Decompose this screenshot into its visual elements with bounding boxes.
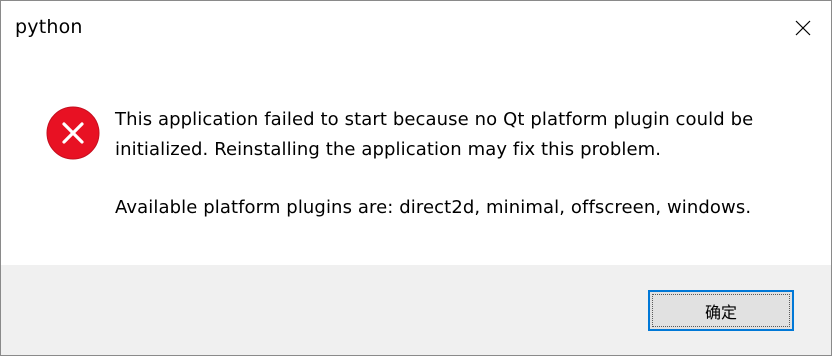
error-icon xyxy=(46,106,100,160)
title-bar[interactable]: python xyxy=(1,1,831,59)
message-line: initialized. Reinstalling the applicatio… xyxy=(115,139,662,160)
close-icon xyxy=(795,20,811,36)
ok-button-label: 确定 xyxy=(704,302,737,322)
window-title: python xyxy=(15,16,83,38)
close-button[interactable] xyxy=(773,1,831,59)
button-bar: 确定 xyxy=(1,265,831,355)
message-line: This application failed to start because… xyxy=(115,109,754,130)
message-spacer xyxy=(115,165,805,193)
message-dialog: python This application failed to start … xyxy=(0,0,832,356)
error-message: This application failed to start because… xyxy=(115,105,805,223)
ok-button[interactable]: 确定 xyxy=(648,290,794,331)
dialog-content: This application failed to start because… xyxy=(1,59,831,265)
message-line: Available platform plugins are: direct2d… xyxy=(115,197,752,218)
